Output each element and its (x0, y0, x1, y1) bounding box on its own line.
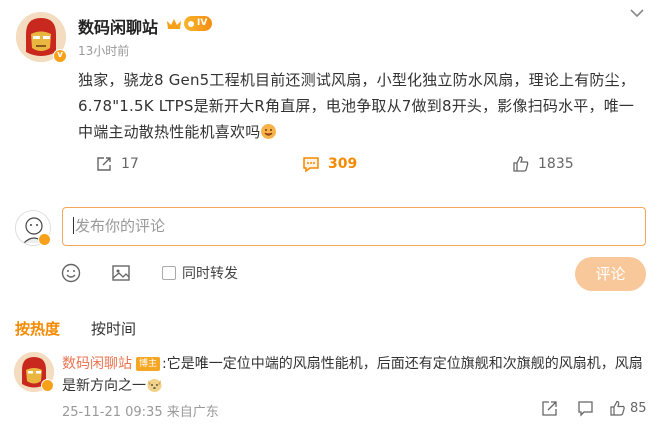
comment-location: 来自广东 (166, 405, 219, 420)
comment-like-button[interactable]: 85 (609, 400, 647, 417)
level-badge: IV (184, 16, 213, 31)
image-upload-icon[interactable] (110, 262, 132, 284)
repost-too-option[interactable]: 同时转发 (162, 263, 238, 283)
comment-icon (303, 157, 319, 173)
reply-icon (578, 401, 593, 417)
post-time[interactable]: 13小时前 (78, 42, 129, 59)
comment-thumbs-up-icon (610, 400, 625, 416)
my-verified-badge-icon (38, 233, 51, 246)
post-text: 独家，骁龙8 Gen5工程机目前还测试风扇，小型化独立防水风扇，理论上有防尘，6… (78, 71, 636, 141)
repost-count: 17 (121, 156, 139, 172)
doge-emoji-icon (147, 379, 162, 392)
comment-placeholder: 发布你的评论 (75, 217, 166, 235)
comment-count: 309 (328, 156, 358, 172)
crown-icon (167, 19, 181, 29)
text-caret (73, 217, 74, 234)
comment-reply-button[interactable] (577, 400, 594, 417)
comment-input[interactable]: 发布你的评论 (62, 207, 646, 246)
comment-date: 25-11-21 09:35 (62, 405, 163, 420)
repost-icon (97, 157, 111, 171)
tab-sort-hot[interactable]: 按热度 (15, 318, 60, 339)
level-star-icon (188, 20, 194, 27)
commenter-name[interactable]: 数码闲聊站 (62, 356, 132, 372)
comment-body: 数码闲聊站 博主:它是唯一定位中端的风扇性能机，后面还有定位旗舰和次旗舰的风扇机，… (62, 353, 646, 397)
author-name[interactable]: 数码闲聊站 (78, 14, 158, 38)
thumbs-up-icon (513, 156, 529, 172)
comment-button[interactable]: 309 (302, 153, 357, 175)
grinning-emoji-icon (261, 124, 277, 139)
chevron-down-icon[interactable] (630, 8, 644, 18)
comment-meta: 25-11-21 09:35 来自广东 (62, 401, 219, 420)
repost-label: 同时转发 (182, 266, 238, 282)
level-text: IV (197, 18, 208, 28)
verified-badge-icon: v (53, 49, 67, 63)
like-button[interactable]: 1835 (512, 153, 574, 175)
author-tag: 博主 (136, 357, 161, 371)
emoji-picker-icon[interactable] (60, 262, 82, 284)
repost-checkbox[interactable] (162, 266, 176, 280)
submit-comment-button[interactable]: 评论 (575, 257, 646, 291)
comment-share-button[interactable] (541, 400, 558, 417)
repost-button[interactable]: 17 (95, 153, 139, 175)
tab-sort-time[interactable]: 按时间 (91, 318, 136, 339)
commenter-verified-badge-icon (41, 379, 54, 392)
post-content: 独家，骁龙8 Gen5工程机目前还测试风扇，小型化独立防水风扇，理论上有防尘，6… (78, 67, 644, 145)
like-count: 1835 (538, 156, 574, 172)
comment-like-count: 85 (630, 401, 647, 416)
share-icon (542, 401, 557, 416)
